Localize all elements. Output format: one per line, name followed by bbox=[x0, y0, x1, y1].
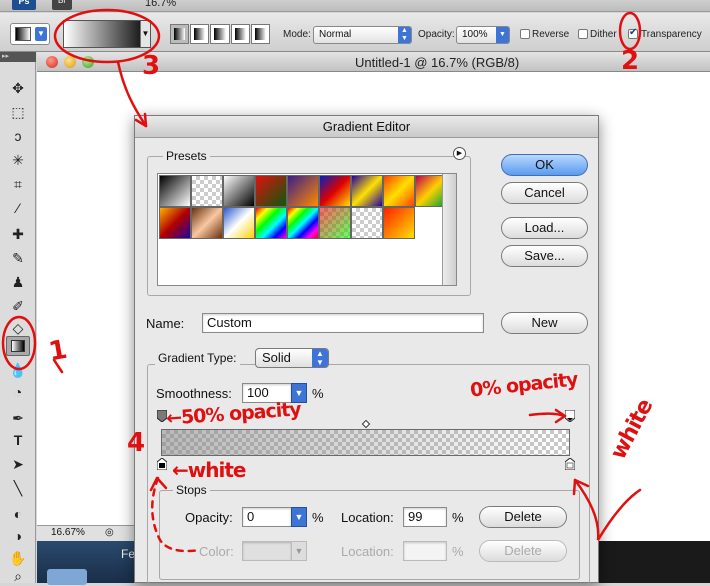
annotation-number-2: 2 bbox=[621, 46, 640, 76]
arrow-line-white-right bbox=[573, 478, 642, 541]
circle-transparency-annotation bbox=[618, 11, 642, 51]
circle-gradient-tool-annotation bbox=[1, 315, 37, 371]
annotation-layer bbox=[1, 8, 642, 553]
annotation-number-4: 4 bbox=[127, 428, 146, 458]
annotation-number-3: 3 bbox=[142, 51, 161, 81]
annotation-white-left: ←white bbox=[172, 458, 246, 482]
arrow-head-stop bbox=[149, 476, 168, 492]
dashed-arrow-color bbox=[151, 476, 202, 553]
